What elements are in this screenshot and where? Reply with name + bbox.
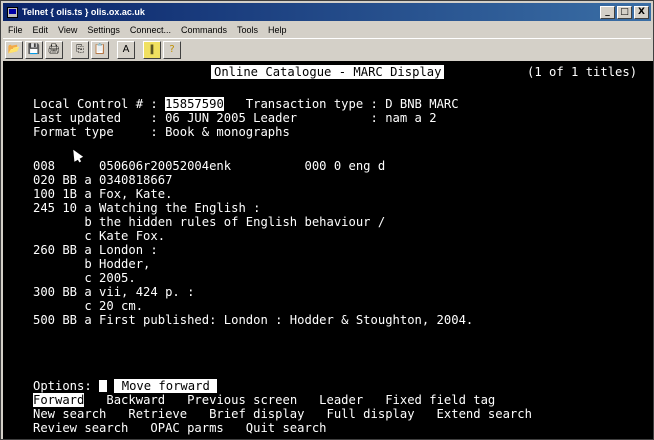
marc-field-260c: c 2005. <box>33 271 136 285</box>
menu-help[interactable]: Help <box>263 25 292 35</box>
marc-field-008: 008 050606r20052004enk 000 0 eng d <box>33 159 386 173</box>
marc-field-300c: c 20 cm. <box>33 299 144 313</box>
font-icon[interactable]: A <box>117 41 135 59</box>
commands-row-3[interactable]: Review search OPAC parms Quit search <box>33 421 327 435</box>
last-updated-line: Last updated : 06 JUN 2005 Leader : nam … <box>33 111 437 125</box>
save-icon[interactable]: 💾 <box>25 41 43 59</box>
local-control-label: Local Control # : <box>33 97 166 111</box>
options-message: Move forward <box>114 379 218 393</box>
marc-field-245b: b the hidden rules of English behaviour … <box>33 215 386 229</box>
text-cursor <box>99 380 108 392</box>
marc-field-300a: 300 BB a vii, 424 p. : <box>33 285 195 299</box>
print-icon[interactable]: 🖨 <box>45 41 63 59</box>
telnet-window: Telnet { olis.ts } olis.ox.ac.uk _ □ X F… <box>0 0 654 440</box>
minimize-button[interactable]: _ <box>600 5 615 19</box>
marc-field-245c: c Kate Fox. <box>33 229 166 243</box>
marc-field-260a: 260 BB a London : <box>33 243 158 257</box>
marc-field-245a: 245 10 a Watching the English : <box>33 201 261 215</box>
format-type-line: Format type : Book & monographs <box>33 125 290 139</box>
marc-field-020: 020 BB a 0340818667 <box>33 173 173 187</box>
screen-title: Online Catalogue - MARC Display <box>211 65 445 79</box>
marc-field-260b: b Hodder, <box>33 257 151 271</box>
screen-header-title: Online Catalogue - MARC Display <box>211 65 445 79</box>
menu-connect[interactable]: Connect... <box>125 25 176 35</box>
local-control-line: Local Control # : 15857590 Transaction t… <box>33 97 459 111</box>
commands-row-2[interactable]: New search Retrieve Brief display Full d… <box>33 407 532 421</box>
menu-commands[interactable]: Commands <box>176 25 232 35</box>
app-icon <box>7 6 18 18</box>
title-count: (1 of 1 titles) <box>527 65 638 79</box>
options-label: Options: <box>33 379 100 393</box>
terminal-screen[interactable]: Online Catalogue - MARC Display (1 of 1 … <box>3 61 653 439</box>
open-icon[interactable]: 📂 <box>5 41 23 59</box>
commands-row-1-rest[interactable]: Backward Previous screen Leader Fixed fi… <box>84 393 495 407</box>
pause-icon[interactable]: ‖ <box>143 41 161 59</box>
menu-view[interactable]: View <box>53 25 82 35</box>
commands-row-1: Forward Backward Previous screen Leader … <box>33 393 495 407</box>
menu-edit[interactable]: Edit <box>28 25 54 35</box>
forward-command[interactable]: Forward <box>33 393 85 407</box>
maximize-button[interactable]: □ <box>617 5 632 19</box>
title-bar[interactable]: Telnet { olis.ts } olis.ox.ac.uk _ □ X <box>3 3 651 21</box>
local-control-field[interactable]: 15857590 <box>165 97 224 111</box>
copy-icon[interactable]: ⎘ <box>71 41 89 59</box>
close-button[interactable]: X <box>634 5 649 19</box>
help-icon[interactable]: ? <box>163 41 181 59</box>
menu-bar: File Edit View Settings Connect... Comma… <box>3 22 651 37</box>
marc-field-100: 100 1B a Fox, Kate. <box>33 187 173 201</box>
paste-icon[interactable]: 📋 <box>91 41 109 59</box>
menu-file[interactable]: File <box>3 25 28 35</box>
marc-field-500: 500 BB a First published: London : Hodde… <box>33 313 474 327</box>
menu-settings[interactable]: Settings <box>82 25 125 35</box>
menu-tools[interactable]: Tools <box>232 25 263 35</box>
transaction-type: Transaction type : D BNB MARC <box>223 97 459 111</box>
options-line: Options: Move forward <box>33 379 218 393</box>
window-title: Telnet { olis.ts } olis.ox.ac.uk <box>22 7 145 17</box>
toolbar: 📂 💾 🖨 ⎘ 📋 A ‖ ? <box>3 38 651 62</box>
